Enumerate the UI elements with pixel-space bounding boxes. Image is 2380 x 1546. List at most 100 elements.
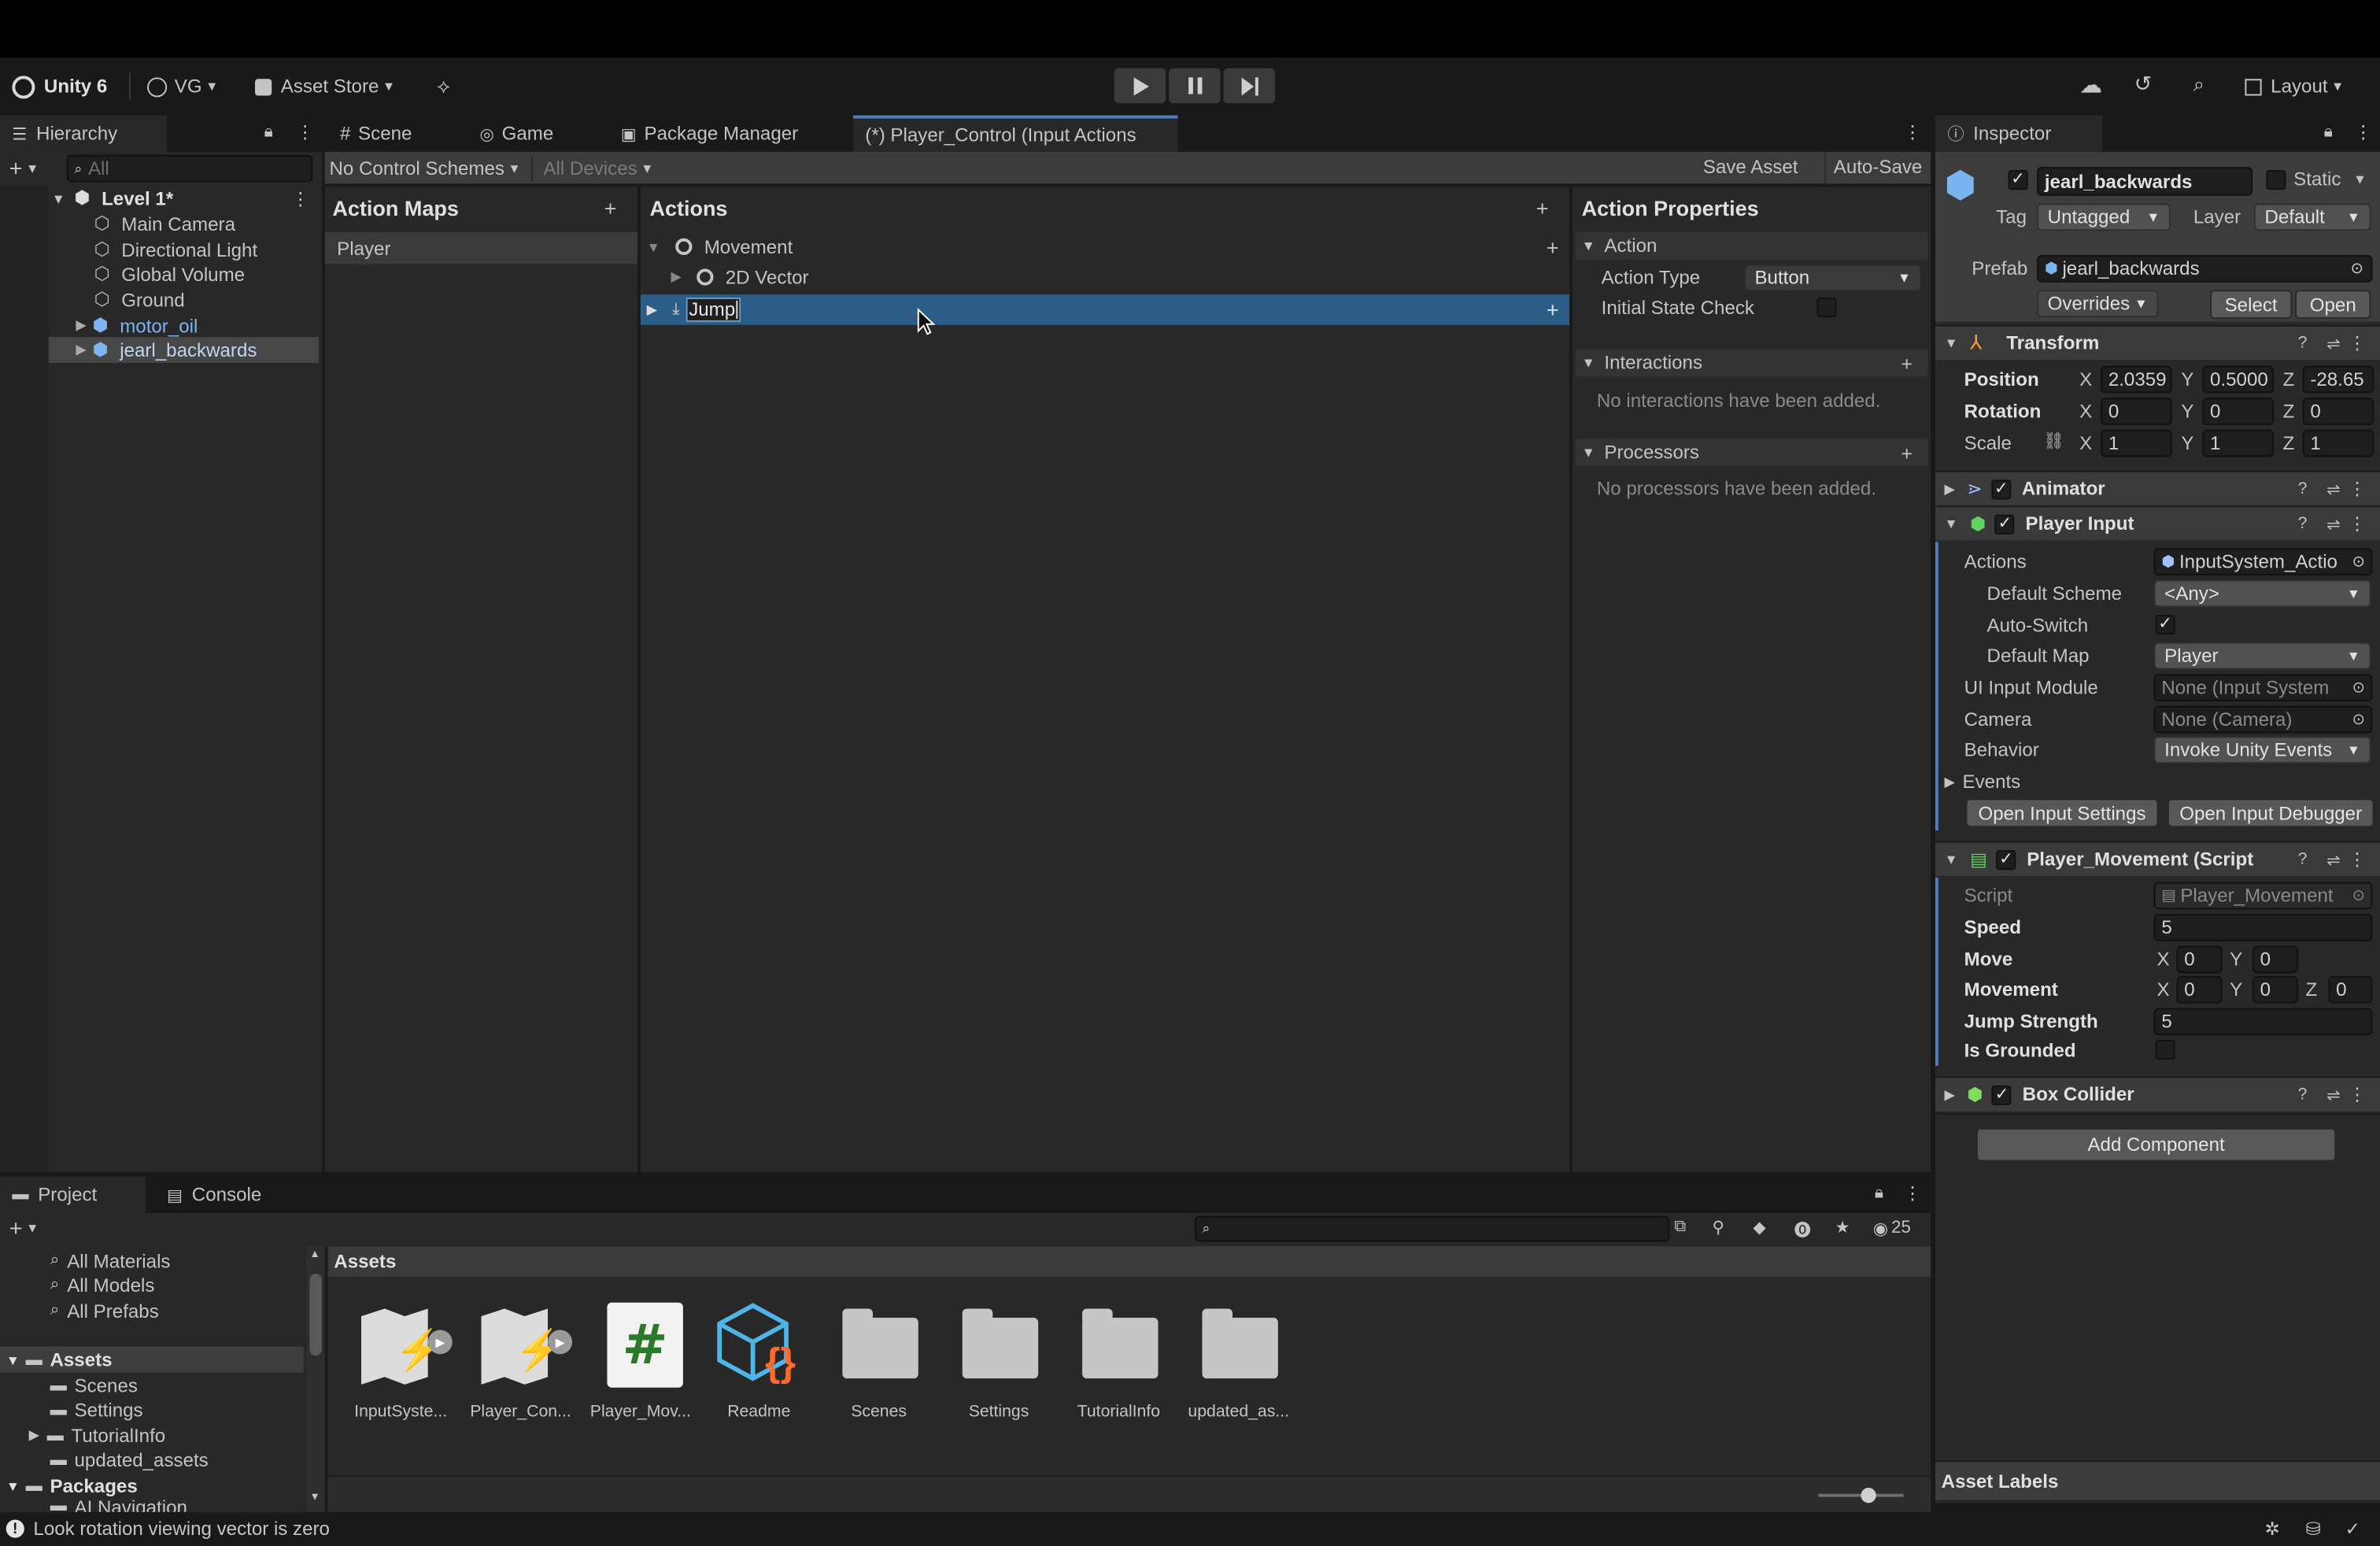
folder-tutorialinfo[interactable]: ▶ ▬ TutorialInfo (29, 1422, 166, 1448)
camera-field[interactable]: None (Camera) ⊙ (2153, 705, 2373, 734)
status-message[interactable]: Look rotation viewing vector is zero (33, 1518, 330, 1540)
rotation-z-field[interactable]: 0 (2302, 398, 2374, 426)
asset-inputsystem-actions[interactable]: ⚡ ▶ InputSyste... (348, 1300, 454, 1421)
behavior-dropdown[interactable]: Invoke Unity Events ▼ (2153, 736, 2371, 764)
favorite-all-models[interactable]: ⌕ All Models (50, 1272, 155, 1298)
binding-2d-vector-row[interactable]: ▶ 2D Vector (641, 263, 1569, 292)
default-scheme-dropdown[interactable]: <Any> ▼ (2153, 579, 2371, 608)
preset-icon[interactable]: ⇌ (2326, 1085, 2341, 1104)
object-picker-icon[interactable]: ⊙ (2352, 679, 2365, 696)
add-component-button[interactable]: Add Component (1976, 1127, 2337, 1162)
static-checkbox[interactable] (2266, 170, 2286, 190)
tab-game[interactable]: ◎ Game (468, 116, 566, 152)
unity-account-menu[interactable]: Unity 6 (12, 75, 107, 99)
breadcrumb-assets[interactable]: Assets (334, 1251, 396, 1272)
pause-button[interactable] (1169, 68, 1221, 104)
movement-x-field[interactable]: 0 (2176, 976, 2223, 1004)
scale-x-field[interactable]: 1 (2101, 429, 2172, 457)
prefab-field[interactable]: ⬢ jearl_backwards ⊙ (2037, 255, 2373, 283)
component-enabled-checkbox[interactable]: ✓ (1992, 1084, 2012, 1105)
lock-icon[interactable]: 🔒︎ (264, 123, 273, 142)
devices-dropdown[interactable]: All Devices (543, 157, 651, 181)
scale-y-field[interactable]: 1 (2202, 429, 2275, 457)
asset-folder-updated-assets[interactable]: updated_as... (1185, 1300, 1292, 1421)
is-grounded-checkbox[interactable] (2155, 1040, 2175, 1060)
search-by-type-icon[interactable]: ⧉ (1674, 1218, 1686, 1237)
kebab-menu-icon[interactable]: ⋮ (2354, 121, 2372, 142)
component-enabled-checkbox[interactable]: ✓ (1996, 849, 2016, 870)
checkmark-circle-icon[interactable]: ✓ (2345, 1518, 2360, 1540)
tag-dropdown[interactable]: Untagged ▼ (2037, 203, 2171, 231)
action-jump-row[interactable]: ▶ ⤓ Jump + (640, 294, 1570, 325)
add-interaction-button[interactable]: + (1901, 351, 1913, 374)
account-dropdown[interactable]: VG (147, 75, 216, 99)
folder-updated-assets[interactable]: ▬ updated_assets (50, 1447, 209, 1473)
hierarchy-item-ground[interactable]: ⬡ Ground (94, 287, 185, 313)
asset-player-control[interactable]: ⚡ ▶ Player_Con... (468, 1300, 574, 1421)
kebab-menu-icon[interactable]: ⋮ (2349, 849, 2367, 870)
move-y-field[interactable]: 0 (2252, 945, 2298, 974)
project-search-input[interactable]: ⌕ (1194, 1215, 1670, 1242)
player-movement-header[interactable]: ▼ ▤ ✓ Player_Movement (Script ? ⇌ ⋮ (1935, 841, 2380, 876)
kebab-menu-icon[interactable]: ⋮ (2349, 479, 2367, 500)
kebab-menu-icon[interactable]: ⋮ (2349, 1084, 2367, 1105)
tab-project[interactable]: ▬ Project (0, 1176, 146, 1213)
folder-packages[interactable]: ▼ ▬ Packages (6, 1473, 138, 1499)
hierarchy-item-main-camera[interactable]: ⬡ Main Camera (94, 211, 235, 237)
auto-switch-checkbox[interactable]: ✓ (2155, 615, 2175, 635)
kebab-menu-icon[interactable]: ⋮ (296, 121, 314, 142)
asset-store-dropdown[interactable]: Asset Store (255, 75, 393, 99)
movement-z-field[interactable]: 0 (2328, 976, 2373, 1004)
scrollbar-thumb[interactable] (309, 1274, 322, 1356)
initial-state-checkbox[interactable] (1816, 298, 1837, 318)
overrides-dropdown[interactable]: Overrides ▼ (2037, 290, 2159, 318)
object-name-field[interactable]: jearl_backwards (2037, 167, 2253, 196)
preset-icon[interactable]: ⇌ (2326, 479, 2341, 498)
save-asset-button[interactable]: Save Asset (1703, 157, 1798, 181)
component-enabled-checkbox[interactable]: ✓ (1991, 479, 2012, 499)
prefab-open-button[interactable]: Open (2295, 290, 2371, 320)
open-input-settings-button[interactable]: Open Input Settings (1965, 798, 2159, 828)
object-picker-icon[interactable]: ⊙ (2352, 712, 2365, 728)
hierarchy-item-motor-oil[interactable]: ▶ ⬢ motor_oil (76, 313, 198, 338)
hierarchy-create-button[interactable]: + (9, 157, 36, 181)
preset-icon[interactable]: ⇌ (2326, 333, 2341, 353)
add-binding-icon[interactable]: + (1547, 235, 1559, 259)
filter-by-type-icon[interactable]: ⚲ (1712, 1218, 1724, 1237)
asset-player-movement-script[interactable]: # Player_Mov... (587, 1300, 693, 1421)
zoom-slider-thumb[interactable] (1861, 1488, 1876, 1503)
add-binding-icon[interactable]: + (1547, 298, 1559, 322)
tab-hierarchy[interactable]: ☰ Hierarchy (0, 115, 168, 152)
add-action-button[interactable]: + (1536, 196, 1549, 220)
add-action-map-button[interactable]: + (604, 196, 617, 220)
cloud-icon[interactable]: ☁ (2079, 72, 2102, 99)
static-dropdown[interactable]: Static ▼ (2293, 168, 2367, 190)
action-movement-row[interactable]: ▼ Movement + (641, 232, 1569, 261)
search-icon[interactable]: ⌕ (2193, 73, 2204, 98)
scroll-up-icon[interactable]: ▲ (309, 1249, 320, 1260)
favorite-star-icon[interactable]: ★ (1835, 1218, 1850, 1237)
favorite-all-materials[interactable]: ⌕ All Materials (50, 1248, 171, 1274)
step-button[interactable] (1223, 68, 1276, 104)
component-enabled-checkbox[interactable]: ✓ (1994, 513, 2016, 534)
animator-header[interactable]: ▶ ⋗ ✓ Animator ? ⇌ ⋮ (1935, 470, 2380, 506)
project-create-button[interactable]: + (9, 1216, 36, 1241)
action-map-player[interactable]: Player (324, 232, 638, 264)
asset-labels-bar[interactable]: Asset Labels (1935, 1460, 2380, 1500)
active-checkbox[interactable]: ✓ (2008, 170, 2028, 190)
favorite-all-prefabs[interactable]: ⌕ All Prefabs (50, 1298, 159, 1324)
open-input-debugger-button[interactable]: Open Input Debugger (2168, 798, 2374, 828)
tab-console[interactable]: ▤ Console (155, 1177, 274, 1213)
rotation-x-field[interactable]: 0 (2101, 398, 2172, 426)
position-y-field[interactable]: 0.5000 (2202, 365, 2275, 394)
help-icon[interactable]: ? (2298, 479, 2308, 497)
action-type-dropdown[interactable]: Button ▼ (1743, 264, 1922, 292)
scene-menu-icon[interactable]: ⋮ (291, 187, 309, 209)
object-picker-icon[interactable]: ⊙ (2351, 261, 2363, 277)
ui-input-module-field[interactable]: None (Input System ⊙ (2153, 674, 2373, 702)
play-button[interactable] (1114, 68, 1166, 104)
hierarchy-item-directional-light[interactable]: ⬡ Directional Light (94, 237, 258, 263)
kebab-menu-icon[interactable]: ⋮ (2349, 513, 2367, 534)
layer-dropdown[interactable]: Default ▼ (2253, 203, 2371, 231)
help-icon[interactable]: ? (2298, 1086, 2308, 1104)
